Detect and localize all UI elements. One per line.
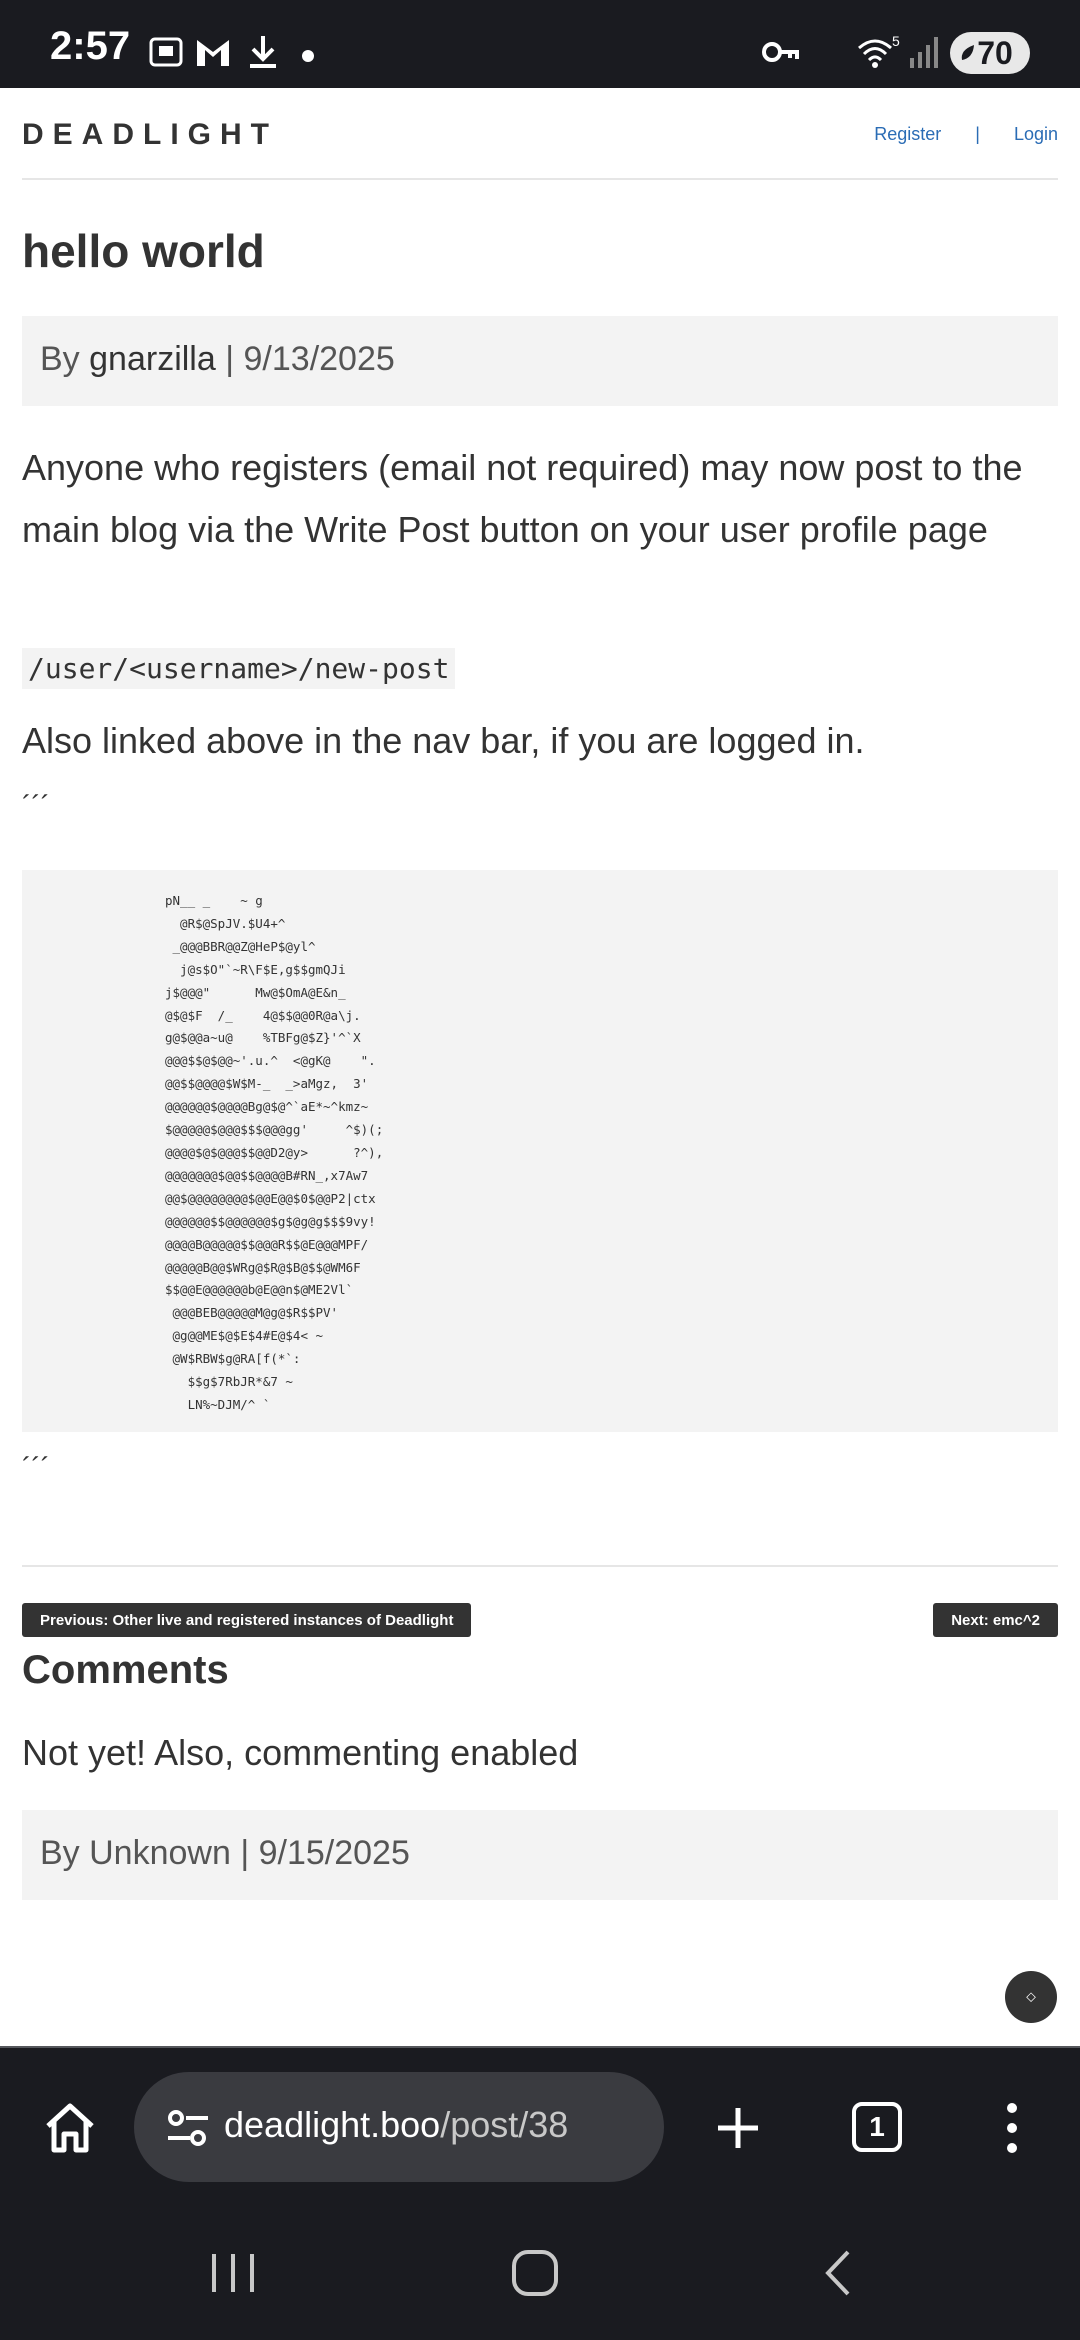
login-link[interactable]: Login xyxy=(1014,124,1058,144)
system-nav-bar xyxy=(0,2206,1080,2340)
meta-separator: | xyxy=(225,340,235,378)
battery-level: 70 xyxy=(977,34,1013,71)
battery-indicator: 70 xyxy=(950,32,1030,74)
more-menu-icon[interactable] xyxy=(1000,2100,1024,2156)
comment-body: Not yet! Also, commenting enabled xyxy=(22,1732,579,1773)
meta-prefix: By xyxy=(40,340,80,378)
site-settings-icon[interactable] xyxy=(166,2108,210,2148)
code-fence-close: ´´´ xyxy=(22,1452,50,1483)
address-bar[interactable]: deadlight.boo/post/38 xyxy=(134,2072,664,2182)
download-icon xyxy=(250,36,276,68)
divider xyxy=(22,1565,1058,1567)
signal-icon xyxy=(910,37,938,68)
browser-toolbar: deadlight.boo/post/38 1 xyxy=(0,2046,1080,2206)
tab-count: 1 xyxy=(869,2111,885,2142)
ascii-art-block: pN__ _ ~ g @R$@SpJV.$U4+^ _@@@BBR@@Z@HeP… xyxy=(22,870,1058,1432)
comment-meta: By Unknown | 9/15/2025 xyxy=(22,1810,1058,1900)
inline-code: /user/<username>/new-post xyxy=(22,648,456,689)
ascii-art: pN__ _ ~ g @R$@SpJV.$U4+^ _@@@BBR@@Z@HeP… xyxy=(164,893,384,1412)
home-icon[interactable] xyxy=(42,2100,98,2156)
next-post-button[interactable]: Next: emc^2 xyxy=(933,1603,1058,1637)
url-text[interactable]: deadlight.boo/post/38 xyxy=(224,2104,568,2146)
home-button-icon[interactable] xyxy=(510,2248,560,2298)
status-bar: 2:57 5 70 xyxy=(0,0,1080,88)
tab-switcher-button[interactable]: 1 xyxy=(852,2102,902,2152)
nav-separator: | xyxy=(975,124,980,144)
wifi-band-label: 5 xyxy=(892,34,900,49)
post-date: 9/13/2025 xyxy=(243,340,395,378)
code-fence-open: ´´´ xyxy=(22,790,50,821)
floating-action-button[interactable]: ⬦ xyxy=(1005,1971,1057,2023)
back-icon[interactable] xyxy=(820,2248,856,2298)
previous-post-button[interactable]: Previous: Other live and registered inst… xyxy=(22,1603,472,1637)
screenshot-icon xyxy=(149,37,183,67)
post-paragraph-1: Anyone who registers (email not required… xyxy=(22,447,1023,550)
url-path: /post/38 xyxy=(440,2104,569,2145)
new-tab-icon[interactable] xyxy=(714,2104,762,2152)
site-brand[interactable]: DEADLIGHT xyxy=(22,118,278,152)
diamond-icon: ⬦ xyxy=(1026,1989,1036,2005)
key-icon xyxy=(762,42,799,62)
recent-apps-icon[interactable] xyxy=(210,2250,256,2296)
battery-saver-icon xyxy=(961,45,974,60)
register-link[interactable]: Register xyxy=(874,124,941,144)
gmail-icon xyxy=(197,40,229,66)
post-author[interactable]: gnarzilla xyxy=(89,340,216,378)
site-header: DEADLIGHT Register | Login xyxy=(22,88,1058,180)
post-meta: By gnarzilla | 9/13/2025 xyxy=(22,316,1058,406)
clock: 2:57 xyxy=(50,24,131,68)
post-paragraph-2: Also linked above in the nav bar, if you… xyxy=(22,720,865,761)
url-host: deadlight.boo xyxy=(224,2104,441,2145)
post-title: hello world xyxy=(22,225,265,277)
header-nav: Register | Login xyxy=(874,124,1058,145)
comments-heading: Comments xyxy=(22,1648,229,1692)
wifi-icon: 5 xyxy=(858,34,900,68)
dot-icon xyxy=(302,50,314,62)
